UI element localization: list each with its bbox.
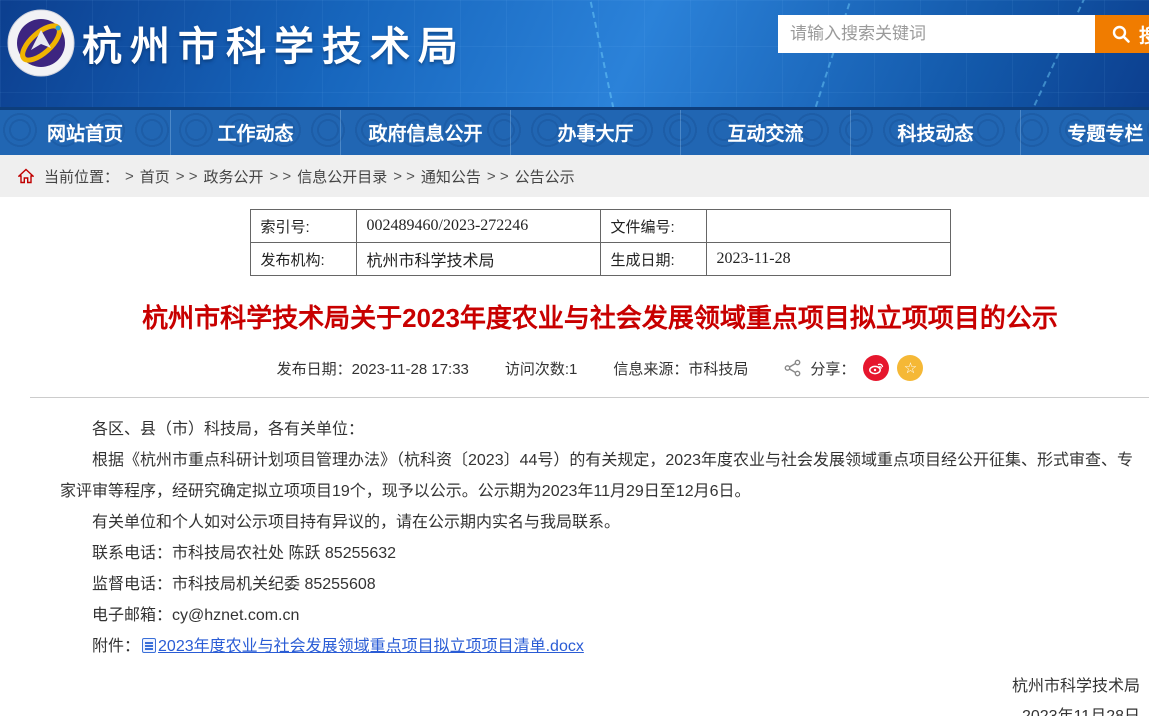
signature-org: 杭州市科学技术局 bbox=[60, 672, 1140, 702]
nav-item-gov-info[interactable]: 政府信息公开 bbox=[340, 110, 510, 155]
breadcrumb-item-announcements[interactable]: 公告公示 bbox=[515, 166, 575, 187]
paragraph: 有关单位和个人如对公示项目持有异议的，请在公示期内实名与我局联系。 bbox=[60, 507, 1140, 538]
breadcrumb-separator: > > bbox=[487, 168, 509, 185]
page: 杭州市科学技术局 搜索 网站首页 工作动态 政府信息公开 办事大厅 互动交流 科… bbox=[0, 0, 1149, 716]
word-doc-icon bbox=[142, 638, 156, 653]
issue-date-value: 2023-11-28 bbox=[706, 243, 950, 276]
table-row: 索引号: 002489460/2023-272246 文件编号: bbox=[250, 210, 950, 243]
breadcrumb-item-gov-open[interactable]: 政务公开 bbox=[203, 166, 263, 187]
file-number-value bbox=[706, 210, 950, 243]
breadcrumb-separator: > > bbox=[270, 168, 292, 185]
publish-date: 发布日期：2023-11-28 17:33 bbox=[277, 358, 469, 379]
breadcrumb-item-info-catalog[interactable]: 信息公开目录 bbox=[297, 166, 387, 187]
signature-block: 杭州市科学技术局 2023年11月28日 bbox=[0, 662, 1149, 716]
share-area: 分享： ☆ bbox=[784, 355, 923, 381]
index-number-value: 002489460/2023-272246 bbox=[356, 210, 600, 243]
doc-info-table: 索引号: 002489460/2023-272246 文件编号: 发布机构: 杭… bbox=[250, 209, 951, 276]
breadcrumb-item-notices[interactable]: 通知公告 bbox=[421, 166, 481, 187]
search-button-label: 搜索 bbox=[1139, 21, 1149, 48]
nav-item-home[interactable]: 网站首页 bbox=[0, 110, 170, 155]
search-icon bbox=[1111, 24, 1131, 44]
share-label: 分享： bbox=[810, 358, 855, 379]
index-number-label: 索引号: bbox=[250, 210, 356, 243]
article-meta: 发布日期：2023-11-28 17:33 访问次数:1 信息来源：市科技局 分… bbox=[0, 355, 1149, 381]
nav-item-special-topics[interactable]: 专题专栏 bbox=[1020, 110, 1149, 155]
paragraph: 各区、县（市）科技局，各有关单位： bbox=[60, 414, 1140, 445]
breadcrumb-item-home[interactable]: 首页 bbox=[140, 166, 170, 187]
main-nav: 网站首页 工作动态 政府信息公开 办事大厅 互动交流 科技动态 专题专栏 bbox=[0, 107, 1149, 155]
file-number-label: 文件编号: bbox=[600, 210, 706, 243]
attachment-link[interactable]: 2023年度农业与社会发展领域重点项目拟立项项目清单.docx bbox=[158, 638, 584, 655]
qzone-share-icon[interactable]: ☆ bbox=[897, 355, 923, 381]
signature-date: 2023年11月28日 bbox=[60, 702, 1140, 716]
breadcrumb-separator: > bbox=[125, 168, 134, 185]
issuing-agency-label: 发布机构: bbox=[250, 243, 356, 276]
nav-item-interaction[interactable]: 互动交流 bbox=[680, 110, 850, 155]
article-body: 各区、县（市）科技局，各有关单位： 根据《杭州市重点科研计划项目管理办法》（杭科… bbox=[0, 398, 1149, 662]
site-header: 杭州市科学技术局 搜索 bbox=[0, 0, 1149, 107]
breadcrumb-prefix: 当前位置： bbox=[44, 166, 119, 187]
site-title: 杭州市科学技术局 bbox=[82, 14, 466, 72]
share-icon bbox=[784, 359, 802, 377]
attachment-label: 附件： bbox=[92, 638, 140, 655]
visit-count: 访问次数:1 bbox=[505, 358, 578, 379]
site-logo-icon[interactable] bbox=[6, 8, 76, 78]
home-icon[interactable] bbox=[18, 168, 34, 184]
issuing-agency-value: 杭州市科学技术局 bbox=[356, 243, 600, 276]
nav-item-work-news[interactable]: 工作动态 bbox=[170, 110, 340, 155]
breadcrumb: 当前位置： > 首页 > > 政务公开 > > 信息公开目录 > > 通知公告 … bbox=[0, 155, 1149, 197]
info-source: 信息来源：市科技局 bbox=[613, 358, 748, 379]
nav-item-tech-news[interactable]: 科技动态 bbox=[850, 110, 1020, 155]
breadcrumb-separator: > > bbox=[176, 168, 198, 185]
issue-date-label: 生成日期: bbox=[600, 243, 706, 276]
paragraph: 根据《杭州市重点科研计划项目管理办法》（杭科资〔2023〕44号）的有关规定，2… bbox=[60, 445, 1140, 507]
search-button[interactable]: 搜索 bbox=[1095, 15, 1149, 53]
attachment-line: 附件： 2023年度农业与社会发展领域重点项目拟立项项目清单.docx bbox=[60, 631, 1140, 662]
paragraph-supervise-phone: 监督电话：市科技局机关纪委 85255608 bbox=[60, 569, 1140, 600]
weibo-share-icon[interactable] bbox=[863, 355, 889, 381]
page-title: 杭州市科学技术局关于2023年度农业与社会发展领域重点项目拟立项项目的公示 bbox=[0, 298, 1149, 335]
nav-item-service-hall[interactable]: 办事大厅 bbox=[510, 110, 680, 155]
search-input[interactable] bbox=[778, 15, 1095, 53]
breadcrumb-separator: > > bbox=[393, 168, 415, 185]
search-box: 搜索 bbox=[778, 15, 1149, 53]
content: 索引号: 002489460/2023-272246 文件编号: 发布机构: 杭… bbox=[0, 197, 1149, 716]
paragraph-contact-phone: 联系电话：市科技局农社处 陈跃 85255632 bbox=[60, 538, 1140, 569]
table-row: 发布机构: 杭州市科学技术局 生成日期: 2023-11-28 bbox=[250, 243, 950, 276]
paragraph-email: 电子邮箱：cy@hznet.com.cn bbox=[60, 600, 1140, 631]
